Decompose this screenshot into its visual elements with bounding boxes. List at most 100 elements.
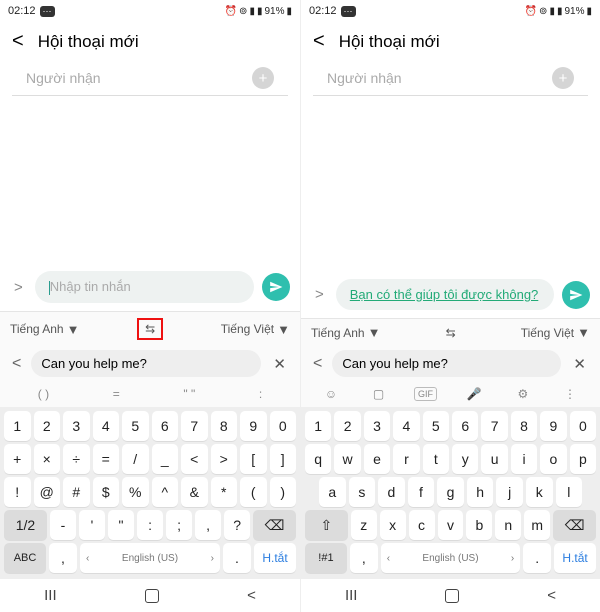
back-button[interactable]: < [547,587,556,604]
period-key[interactable]: . [223,543,251,573]
key[interactable]: t [423,444,449,474]
key[interactable]: s [349,477,376,507]
key[interactable]: y [452,444,478,474]
key[interactable]: ; [166,510,192,540]
key[interactable]: 9 [540,411,566,441]
key[interactable]: e [364,444,390,474]
key[interactable]: k [526,477,553,507]
home-button[interactable] [445,589,459,603]
settings-icon[interactable]: ⚙ [512,385,535,403]
key[interactable]: 1 [4,411,31,441]
shift-key[interactable]: ⇧ [305,510,348,540]
key[interactable]: i [511,444,537,474]
key[interactable]: & [181,477,208,507]
key[interactable]: d [378,477,405,507]
enter-key[interactable]: H.tắt [254,543,296,573]
mode-switch-key[interactable]: !#1 [305,543,347,573]
target-language[interactable]: Tiếng Việt ▼ [521,325,590,340]
key[interactable]: ? [224,510,250,540]
clear-translate-icon[interactable]: ✕ [267,355,292,373]
key[interactable]: 6 [152,411,179,441]
key[interactable]: × [34,444,61,474]
gif-icon[interactable]: GIF [414,387,437,401]
expand-icon[interactable]: > [10,279,27,296]
emoji-icon[interactable]: ☺ [319,385,343,403]
translate-input[interactable]: Can you help me? [31,350,261,377]
key[interactable]: 0 [270,411,297,441]
key[interactable]: 7 [481,411,507,441]
key[interactable]: v [438,510,464,540]
key[interactable]: 4 [93,411,120,441]
key[interactable]: 1 [305,411,331,441]
back-icon[interactable]: < [12,30,24,53]
comma-key[interactable]: , [350,543,378,573]
key[interactable]: l [556,477,583,507]
translate-back-icon[interactable]: < [309,355,326,373]
key[interactable]: [ [240,444,267,474]
key[interactable]: 5 [122,411,149,441]
recipient-field[interactable]: Người nhận + [12,61,288,96]
key[interactable]: 8 [211,411,238,441]
key[interactable]: r [393,444,419,474]
sticker-icon[interactable]: ▢ [367,385,390,403]
mode-switch-key[interactable]: ABC [4,543,46,573]
key[interactable]: 2 [34,411,61,441]
key[interactable]: _ [152,444,179,474]
enter-key[interactable]: H.tắt [554,543,596,573]
key[interactable]: h [467,477,494,507]
add-recipient-button[interactable]: + [252,67,274,89]
key[interactable]: a [319,477,346,507]
key[interactable]: 7 [181,411,208,441]
translate-back-icon[interactable]: < [8,355,25,373]
swap-languages-button[interactable]: ⇆ [137,318,163,340]
key[interactable]: 3 [364,411,390,441]
key[interactable]: : [137,510,163,540]
key[interactable]: " [108,510,134,540]
key[interactable]: ' [79,510,105,540]
backspace-key[interactable]: ⌫ [553,510,596,540]
key[interactable]: j [496,477,523,507]
key[interactable]: < [181,444,208,474]
source-language[interactable]: Tiếng Anh ▼ [10,322,79,337]
key[interactable]: c [409,510,435,540]
key[interactable]: @ [34,477,61,507]
swap-languages-button[interactable]: ⇆ [446,326,456,340]
more-icon[interactable]: ⋮ [558,385,582,403]
suggestion[interactable]: = [107,385,126,403]
target-language[interactable]: Tiếng Việt ▼ [221,322,290,337]
send-button[interactable] [262,273,290,301]
suggestion[interactable]: : [253,385,268,403]
key[interactable]: , [195,510,221,540]
message-input[interactable]: Bạn có thể giúp tôi được không? [336,279,554,310]
message-input[interactable]: Nhập tin nhắn [35,271,254,303]
translate-input[interactable]: Can you help me? [332,350,561,377]
voice-icon[interactable]: 🎤 [461,385,488,403]
suggestion[interactable]: " " [177,385,201,403]
back-button[interactable]: < [247,587,256,604]
add-recipient-button[interactable]: + [552,67,574,89]
key[interactable]: q [305,444,331,474]
key[interactable]: % [122,477,149,507]
key[interactable]: $ [93,477,120,507]
key[interactable]: ^ [152,477,179,507]
comma-key[interactable]: , [49,543,77,573]
key[interactable]: 6 [452,411,478,441]
key[interactable]: / [122,444,149,474]
key[interactable]: p [570,444,596,474]
key[interactable]: b [466,510,492,540]
key[interactable]: m [524,510,550,540]
period-key[interactable]: . [523,543,551,573]
key[interactable]: ÷ [63,444,90,474]
recipient-field[interactable]: Người nhận + [313,61,588,96]
key[interactable]: + [4,444,31,474]
key[interactable]: 0 [570,411,596,441]
key[interactable]: = [93,444,120,474]
key[interactable]: w [334,444,360,474]
key[interactable]: 4 [393,411,419,441]
recents-button[interactable]: III [44,587,57,604]
expand-icon[interactable]: > [311,286,328,303]
key[interactable]: z [351,510,377,540]
key[interactable]: # [63,477,90,507]
suggestion[interactable]: ( ) [32,385,55,403]
key[interactable]: - [50,510,76,540]
